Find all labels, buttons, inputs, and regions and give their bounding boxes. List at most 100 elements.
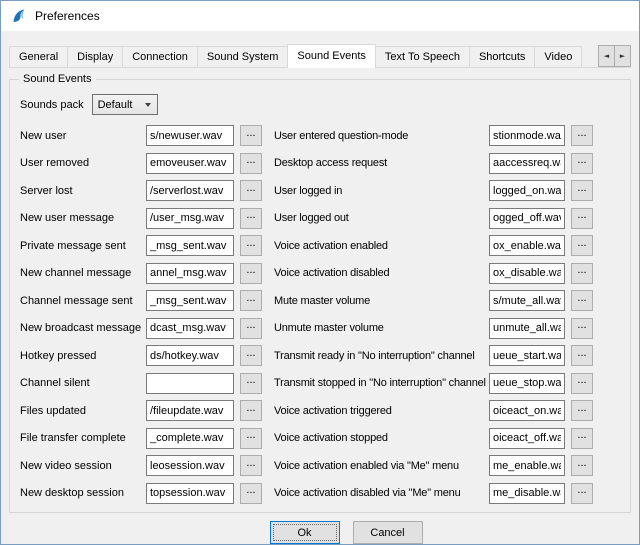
event-label: File transfer complete — [20, 432, 146, 444]
browse-button[interactable]: ... — [571, 400, 593, 421]
sound-file-input[interactable] — [146, 345, 234, 366]
browse-button[interactable]: ... — [240, 483, 262, 504]
browse-button[interactable]: ... — [571, 125, 593, 146]
sound-event-row: File transfer complete... Voice activatio… — [20, 428, 620, 449]
browse-button[interactable]: ... — [240, 153, 262, 174]
sound-file-input[interactable] — [146, 428, 234, 449]
sound-events-group: Sound Events Sounds pack Default New use… — [9, 79, 631, 513]
tab-shortcuts[interactable]: Shortcuts — [469, 46, 535, 67]
browse-button[interactable]: ... — [240, 345, 262, 366]
browse-button[interactable]: ... — [571, 483, 593, 504]
preferences-window: Preferences GeneralDisplayConnectionSoun… — [0, 0, 640, 545]
browse-button[interactable]: ... — [571, 455, 593, 476]
sound-event-row: New user...User entered question-mode... — [20, 125, 620, 146]
event-label: Files updated — [20, 405, 146, 417]
event-label: Transmit ready in "No interruption" chan… — [274, 350, 489, 362]
tab-scroll-right-button[interactable]: ► — [614, 45, 631, 67]
tab-bar: GeneralDisplayConnectionSound SystemSoun… — [9, 44, 631, 68]
tab-connection[interactable]: Connection — [122, 46, 198, 67]
browse-button[interactable]: ... — [571, 318, 593, 339]
event-label: User entered question-mode — [274, 130, 489, 142]
browse-button[interactable]: ... — [240, 180, 262, 201]
browse-button[interactable]: ... — [240, 290, 262, 311]
sounds-pack-select[interactable]: Default — [92, 94, 158, 115]
sound-file-input[interactable] — [146, 235, 234, 256]
sound-event-row: Private message sent... Voice activation … — [20, 235, 620, 256]
sound-file-input[interactable] — [489, 125, 565, 146]
sound-file-input[interactable] — [489, 428, 565, 449]
sound-file-input[interactable] — [146, 290, 234, 311]
sounds-pack-row: Sounds pack Default — [20, 94, 620, 115]
sound-file-input[interactable] — [146, 125, 234, 146]
sound-file-input[interactable] — [489, 455, 565, 476]
ok-button[interactable]: Ok — [270, 521, 340, 544]
event-label: Voice activation stopped — [274, 432, 489, 444]
sound-file-input[interactable] — [489, 208, 565, 229]
browse-button[interactable]: ... — [571, 180, 593, 201]
sound-file-input[interactable] — [489, 180, 565, 201]
tab-video[interactable]: Video — [534, 46, 582, 67]
browse-button[interactable]: ... — [240, 455, 262, 476]
sound-file-input[interactable] — [146, 208, 234, 229]
sound-file-input[interactable] — [146, 263, 234, 284]
sound-file-input[interactable] — [489, 235, 565, 256]
event-label: Private message sent — [20, 240, 146, 252]
sound-event-row: New desktop session...Voice activation d… — [20, 483, 620, 504]
event-label: Voice activation enabled — [274, 240, 489, 252]
browse-button[interactable]: ... — [240, 125, 262, 146]
cancel-button[interactable]: Cancel — [353, 521, 423, 544]
browse-button[interactable]: ... — [240, 235, 262, 256]
sound-file-input[interactable] — [489, 345, 565, 366]
tab-display[interactable]: Display — [67, 46, 123, 67]
browse-button[interactable]: ... — [571, 290, 593, 311]
browse-button[interactable]: ... — [571, 263, 593, 284]
tab-text-to-speech[interactable]: Text To Speech — [375, 46, 470, 67]
browse-button[interactable]: ... — [240, 428, 262, 449]
tab-sound-events[interactable]: Sound Events — [287, 44, 376, 68]
sound-file-input[interactable] — [146, 318, 234, 339]
browse-button[interactable]: ... — [571, 153, 593, 174]
titlebar[interactable]: Preferences — [1, 1, 639, 31]
sound-file-input[interactable] — [146, 400, 234, 421]
dialog-footer: Ok Cancel — [9, 521, 631, 544]
event-label: New channel message — [20, 267, 146, 279]
browse-button[interactable]: ... — [571, 235, 593, 256]
event-label: New desktop session — [20, 487, 146, 499]
chevron-down-icon — [145, 103, 151, 107]
tab-scroll-left-button[interactable]: ◄ — [598, 45, 615, 67]
sound-file-input[interactable] — [489, 373, 565, 394]
tab-general[interactable]: General — [9, 46, 68, 67]
event-label: Mute master volume — [274, 295, 489, 307]
sound-file-input[interactable] — [489, 153, 565, 174]
sound-event-row: Files updated...Voice activation trigger… — [20, 400, 620, 421]
browse-button[interactable]: ... — [571, 208, 593, 229]
sound-file-input[interactable] — [489, 483, 565, 504]
event-label: Channel message sent — [20, 295, 146, 307]
sound-file-input[interactable] — [146, 455, 234, 476]
event-label: User logged out — [274, 212, 489, 224]
browse-button[interactable]: ... — [240, 263, 262, 284]
browse-button[interactable]: ... — [571, 428, 593, 449]
sound-file-input[interactable] — [146, 483, 234, 504]
sounds-pack-label: Sounds pack — [20, 99, 84, 111]
sound-file-input[interactable] — [489, 290, 565, 311]
sound-file-input[interactable] — [146, 153, 234, 174]
sound-event-row: New user message... User logged out... — [20, 208, 620, 229]
browse-button[interactable]: ... — [240, 373, 262, 394]
sound-file-input[interactable] — [146, 180, 234, 201]
sounds-pack-value: Default — [98, 99, 133, 111]
sound-file-input[interactable] — [489, 263, 565, 284]
browse-button[interactable]: ... — [571, 345, 593, 366]
browse-button[interactable]: ... — [240, 208, 262, 229]
browse-button[interactable]: ... — [240, 318, 262, 339]
event-label: New user message — [20, 212, 146, 224]
event-label: Unmute master volume — [274, 322, 489, 334]
sound-file-input[interactable] — [489, 400, 565, 421]
tab-scroll-buttons: ◄ ► — [599, 45, 631, 67]
sound-file-input[interactable] — [489, 318, 565, 339]
browse-button[interactable]: ... — [571, 373, 593, 394]
browse-button[interactable]: ... — [240, 400, 262, 421]
tab-sound-system[interactable]: Sound System — [197, 46, 289, 67]
sound-event-rows: New user...User entered question-mode...… — [20, 125, 620, 504]
sound-file-input[interactable] — [146, 373, 234, 394]
